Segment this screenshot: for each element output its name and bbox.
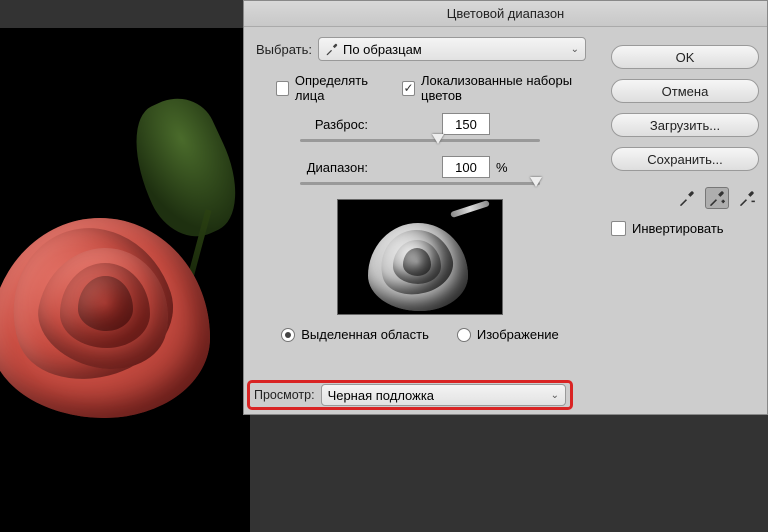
select-value: По образцам: [343, 42, 422, 57]
select-label: Выбрать:: [254, 42, 312, 57]
eyedropper-add-tool[interactable]: [705, 187, 729, 209]
load-button[interactable]: Загрузить...: [611, 113, 759, 137]
eyedropper-icon: [325, 42, 339, 56]
preview-mode-highlight: Просмотр: Черная подложка ⌄: [247, 380, 573, 410]
eyedropper-subtract-tool[interactable]: [735, 187, 759, 209]
invert-checkbox[interactable]: [611, 221, 626, 236]
fuzziness-label: Разброс:: [254, 117, 376, 132]
cancel-button[interactable]: Отмена: [611, 79, 759, 103]
canvas-background: [0, 28, 250, 532]
radio-selection-label: Выделенная область: [301, 327, 429, 342]
preview-mode-value: Черная подложка: [328, 388, 434, 403]
range-unit: %: [496, 160, 508, 175]
color-range-dialog: Цветовой диапазон Выбрать: По образцам ⌄…: [243, 0, 768, 415]
eyedropper-plus-icon: [708, 189, 726, 207]
eyedropper-icon: [678, 189, 696, 207]
range-input[interactable]: [442, 156, 490, 178]
chevron-down-icon: ⌄: [571, 44, 579, 55]
fuzziness-input[interactable]: [442, 113, 490, 135]
preview-mode-label: Просмотр:: [254, 388, 315, 402]
localized-clusters-label: Локализованные наборы цветов: [421, 73, 586, 103]
chevron-down-icon: ⌄: [551, 390, 559, 401]
preview-mode-dropdown[interactable]: Черная подложка ⌄: [321, 384, 566, 406]
select-dropdown[interactable]: По образцам ⌄: [318, 37, 586, 61]
ok-button[interactable]: OK: [611, 45, 759, 69]
range-label: Диапазон:: [254, 160, 376, 175]
radio-image-label: Изображение: [477, 327, 559, 342]
invert-label: Инвертировать: [632, 221, 724, 236]
radio-image[interactable]: [457, 328, 471, 342]
radio-selection[interactable]: [281, 328, 295, 342]
detect-faces-label: Определять лица: [295, 73, 384, 103]
dialog-title: Цветовой диапазон: [244, 1, 767, 27]
range-slider[interactable]: [300, 182, 540, 185]
selection-preview: [337, 199, 503, 315]
eyedropper-minus-icon: [738, 189, 756, 207]
save-button[interactable]: Сохранить...: [611, 147, 759, 171]
localized-clusters-checkbox[interactable]: [402, 81, 415, 96]
eyedropper-tool[interactable]: [675, 187, 699, 209]
detect-faces-checkbox[interactable]: [276, 81, 289, 96]
fuzziness-slider[interactable]: [300, 139, 540, 142]
rose-bloom: [0, 208, 220, 428]
